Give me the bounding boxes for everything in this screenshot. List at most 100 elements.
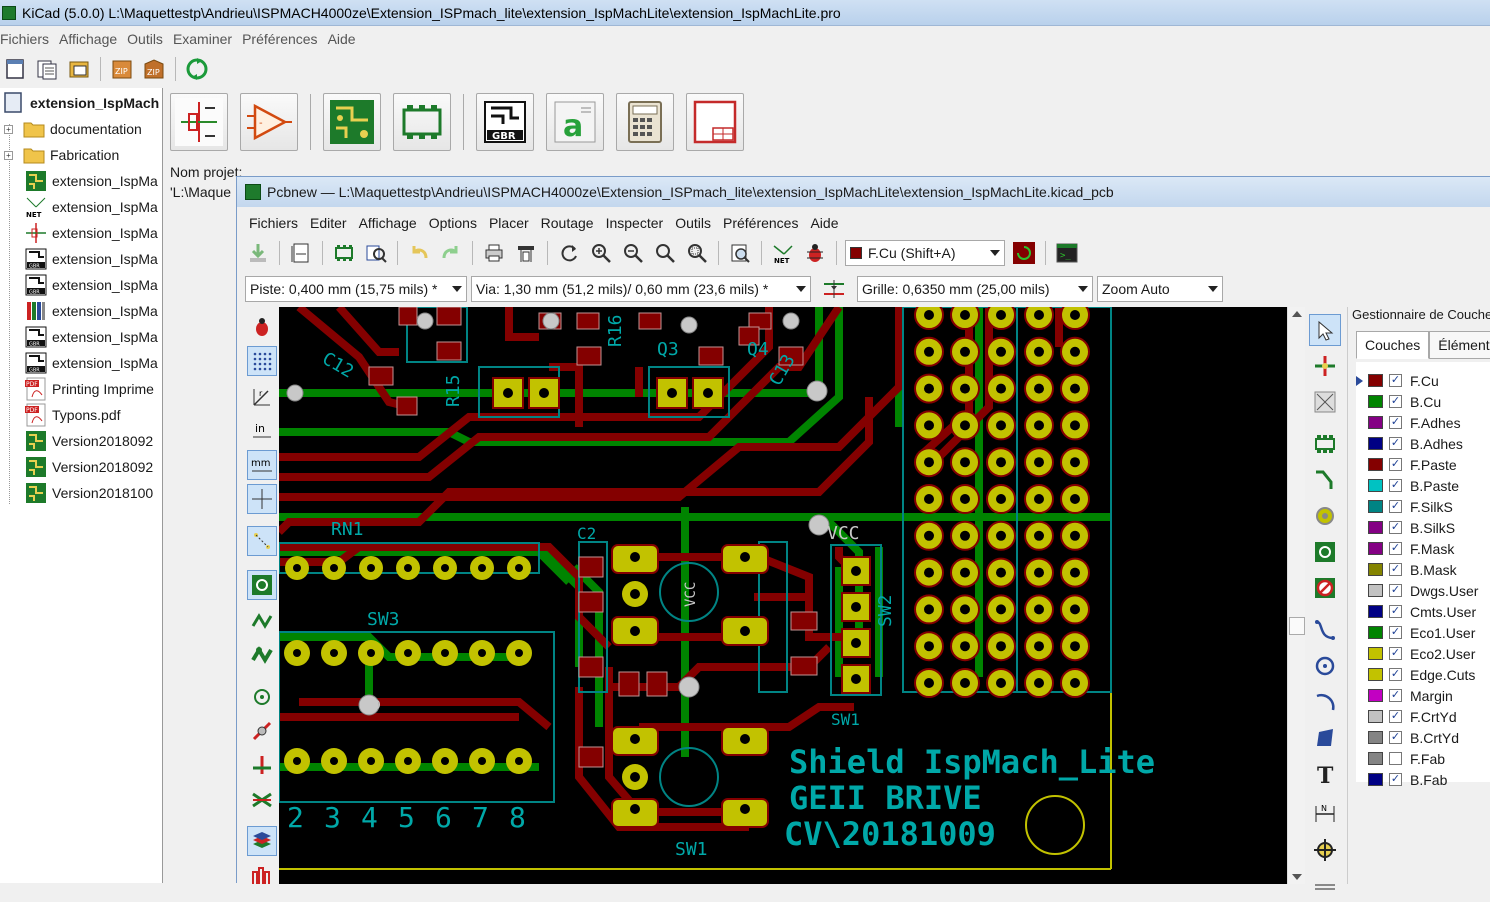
tree-item[interactable]: extension_IspMa (24, 168, 158, 194)
add-polygon-icon[interactable] (1309, 722, 1341, 754)
layer-visibility-checkbox[interactable]: ✓ (1389, 395, 1402, 408)
menu-placer[interactable]: Placer (489, 215, 541, 231)
menu-aide[interactable]: Aide (328, 31, 366, 47)
layer-row[interactable]: ✓ F.Mask (1356, 538, 1454, 559)
redo-icon[interactable] (438, 240, 464, 266)
layer-color-swatch[interactable] (1368, 395, 1383, 408)
layer-row[interactable]: ✓ B.Mask (1356, 559, 1457, 580)
layer-visibility-checkbox[interactable]: ✓ (1389, 479, 1402, 492)
tree-item[interactable]: Version2018100 (24, 480, 153, 506)
layer-pair-icon[interactable] (1011, 240, 1037, 266)
pcb-calculator-icon[interactable] (616, 93, 674, 151)
zoom-fit-icon[interactable] (652, 240, 678, 266)
tree-item[interactable]: GBR extension_IspMa (24, 350, 158, 376)
high-contrast-icon[interactable] (247, 784, 277, 814)
tree-item[interactable]: GBR extension_IspMa (24, 246, 158, 272)
tree-item[interactable]: Version2018092 (24, 454, 153, 480)
route-track-icon[interactable] (1309, 464, 1341, 496)
menu-options[interactable]: Options (429, 215, 489, 231)
layer-visibility-checkbox[interactable]: ✓ (1389, 374, 1402, 387)
add-text-icon[interactable]: T (1309, 758, 1341, 790)
unzip-archive-icon[interactable]: ZIP (141, 56, 167, 82)
layer-color-swatch[interactable] (1368, 731, 1383, 744)
layer-row[interactable]: ✓ Edge.Cuts (1356, 664, 1475, 685)
redraw-icon[interactable] (556, 240, 582, 266)
layer-visibility-checkbox[interactable]: ✓ (1389, 416, 1402, 429)
tab-couches[interactable]: Couches (1356, 331, 1430, 359)
select-arrow-icon[interactable] (1309, 314, 1341, 346)
zip-archive-icon[interactable]: ZIP (109, 56, 135, 82)
tree-item[interactable]: PDF Printing Imprime (24, 376, 154, 402)
page-settings-icon[interactable] (288, 240, 314, 266)
symbol-editor-icon[interactable]: - (240, 93, 298, 151)
add-via-icon[interactable] (1309, 500, 1341, 532)
layer-row[interactable]: ✓ Margin (1356, 685, 1453, 706)
via-size-combo[interactable]: Via: 1,30 mm (51,2 mils)/ 0,60 mm (23,6 … (471, 276, 811, 302)
menu-fichiers[interactable]: Fichiers (249, 215, 310, 231)
menu-aide[interactable]: Aide (810, 215, 850, 231)
zoom-combo[interactable]: Zoom Auto (1097, 276, 1223, 302)
footprint-editor-icon[interactable] (331, 240, 357, 266)
track-width-combo[interactable]: Piste: 0,400 mm (15,75 mils) * (245, 276, 467, 302)
add-circle-icon[interactable] (1309, 650, 1341, 682)
add-zone-icon[interactable] (1309, 536, 1341, 568)
layer-color-swatch[interactable] (1368, 773, 1383, 786)
ratsnest-icon[interactable] (247, 526, 277, 556)
eeschema-icon[interactable] (170, 93, 228, 151)
footprint-editor-icon[interactable] (393, 93, 451, 151)
netlist-icon[interactable]: NET (770, 240, 796, 266)
zoom-in-icon[interactable] (588, 240, 614, 266)
expand-icon[interactable]: + (4, 124, 13, 134)
layer-color-swatch[interactable] (1368, 416, 1383, 429)
refresh-icon[interactable] (184, 56, 210, 82)
drc-markers-icon[interactable] (247, 312, 277, 342)
units-inches-icon[interactable]: in (247, 416, 277, 446)
pads-sketch-icon[interactable] (247, 682, 277, 712)
drc-icon[interactable] (802, 240, 828, 266)
undo-icon[interactable] (406, 240, 432, 266)
menu-editer[interactable]: Editer (310, 215, 359, 231)
layer-color-swatch[interactable] (1368, 437, 1383, 450)
expand-icon[interactable]: + (4, 150, 13, 160)
menu-inspecter[interactable]: Inspecter (606, 215, 676, 231)
layer-color-swatch[interactable] (1368, 500, 1383, 513)
add-footprint-icon[interactable] (1309, 428, 1341, 460)
layer-color-swatch[interactable] (1368, 668, 1383, 681)
layer-visibility-checkbox[interactable]: ✓ (1389, 542, 1402, 555)
layer-visibility-checkbox[interactable] (1389, 752, 1402, 765)
layer-visibility-checkbox[interactable]: ✓ (1389, 458, 1402, 471)
layer-row[interactable]: ✓ B.Paste (1356, 475, 1459, 496)
layer-visibility-checkbox[interactable]: ✓ (1389, 521, 1402, 534)
layer-color-swatch[interactable] (1368, 374, 1383, 387)
pcb-canvas[interactable]: Shield IspMach_Lite GEII BRIVE CV\201810… (279, 307, 1287, 884)
layer-visibility-checkbox[interactable]: ✓ (1389, 647, 1402, 660)
scroll-down-icon[interactable] (1292, 874, 1302, 880)
layer-color-swatch[interactable] (1368, 647, 1383, 660)
tree-item[interactable]: PDF Typons.pdf (24, 402, 121, 428)
bitmap2component-icon[interactable]: a (546, 93, 604, 151)
layer-row[interactable]: ✓ Cmts.User (1356, 601, 1476, 622)
units-mm-icon[interactable]: mm (247, 450, 277, 480)
layer-visibility-checkbox[interactable]: ✓ (1389, 500, 1402, 513)
pl-editor-icon[interactable] (686, 93, 744, 151)
layer-color-swatch[interactable] (1368, 605, 1383, 618)
layer-visibility-checkbox[interactable]: ✓ (1389, 710, 1402, 723)
add-keepout-icon[interactable] (1309, 572, 1341, 604)
layer-row[interactable]: ✓ Eco2.User (1356, 643, 1475, 664)
pcbnew-icon[interactable] (323, 93, 381, 151)
layer-row[interactable]: ✓ Dwgs.User (1356, 580, 1478, 601)
layer-row[interactable]: ✓ F.Adhes (1356, 412, 1461, 433)
menu-affichage[interactable]: Affichage (359, 215, 429, 231)
save-icon[interactable] (245, 240, 271, 266)
auto-track-width-icon[interactable] (821, 276, 847, 302)
full-cursor-icon[interactable] (247, 484, 277, 514)
new-project-icon[interactable] (2, 56, 28, 82)
layer-row[interactable]: ✓ Eco1.User (1356, 622, 1475, 643)
layer-row[interactable]: ✓ B.SilkS (1356, 517, 1455, 538)
add-dimension-icon[interactable]: N (1309, 798, 1341, 830)
microwave-tools-icon[interactable] (247, 860, 277, 890)
zoom-selection-icon[interactable] (684, 240, 710, 266)
layer-visibility-checkbox[interactable]: ✓ (1389, 437, 1402, 450)
layer-color-swatch[interactable] (1368, 710, 1383, 723)
tree-item[interactable]: GBR extension_IspMa (24, 324, 158, 350)
